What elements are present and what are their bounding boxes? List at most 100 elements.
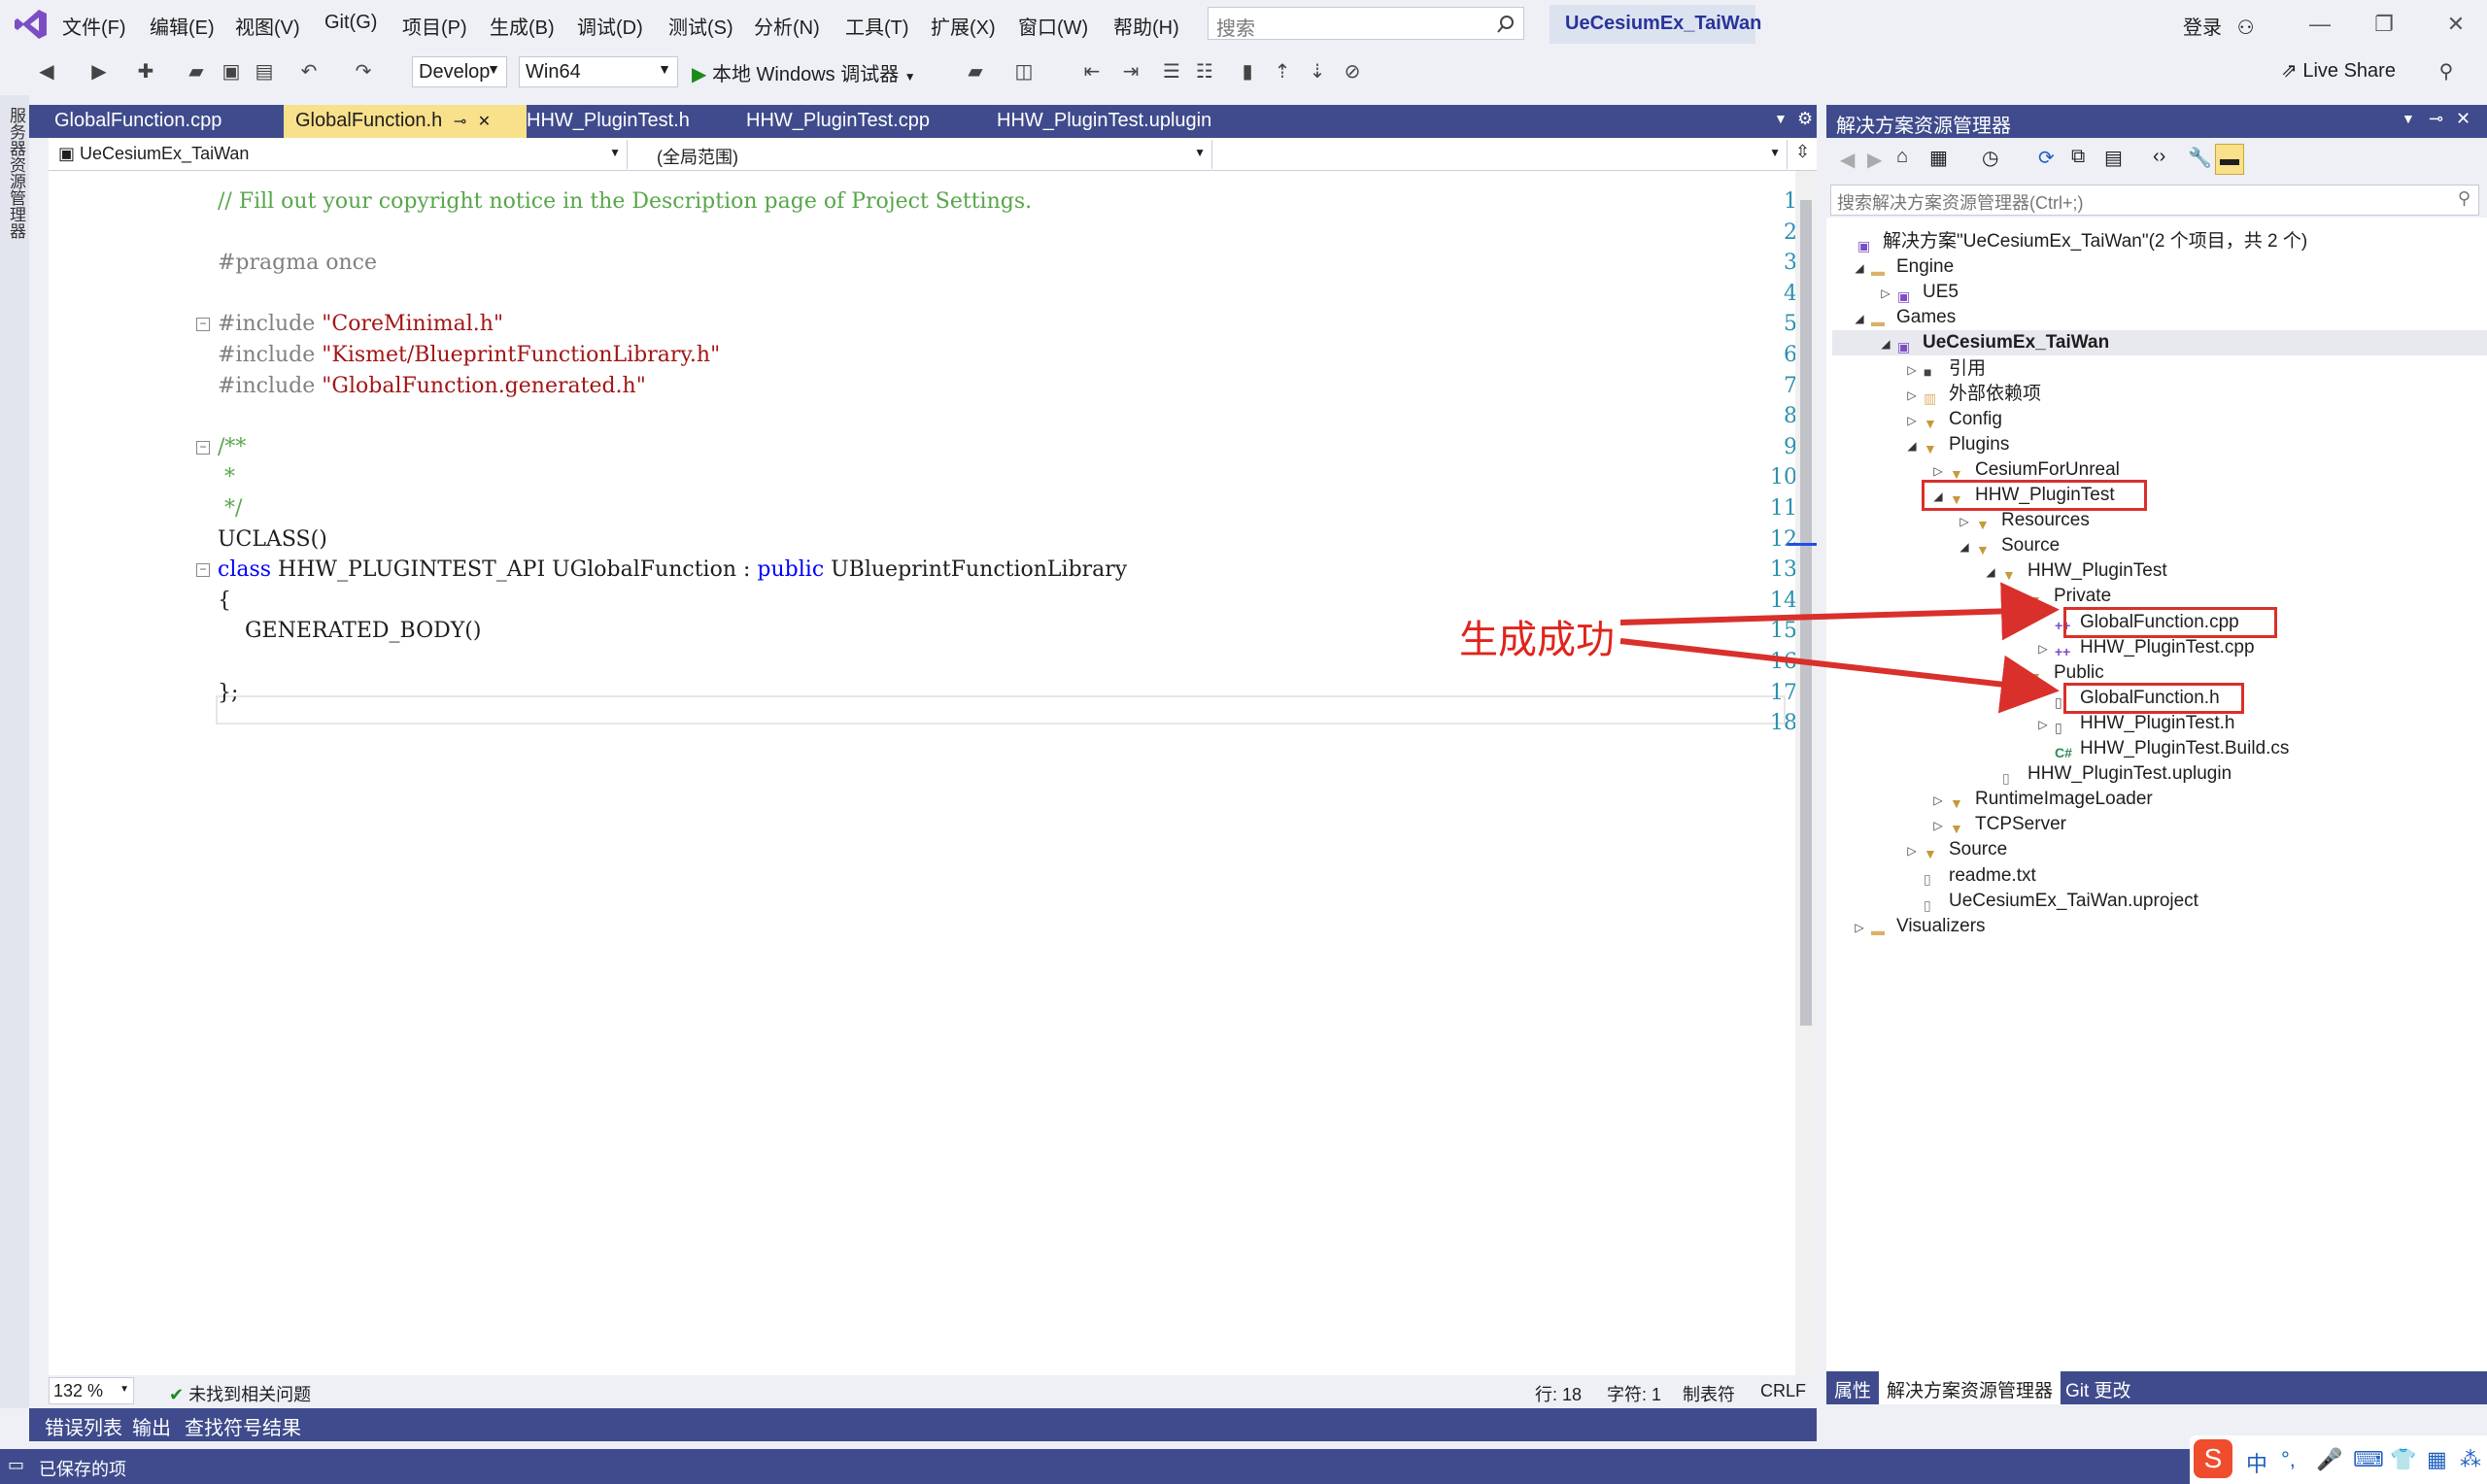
fold-toggle-icon[interactable]: −	[196, 440, 210, 455]
save-icon[interactable]: ▣	[218, 58, 245, 85]
close-icon[interactable]: ✕	[478, 114, 491, 130]
menu-item-8[interactable]: 分析(N)	[754, 12, 820, 40]
login-button[interactable]: 登录 ⚇	[2183, 12, 2255, 40]
code-line[interactable]: UCLASS()	[218, 524, 327, 556]
save-all-icon[interactable]: ▤	[251, 58, 278, 85]
menu-item-10[interactable]: 扩展(X)	[931, 12, 996, 40]
expander-icon[interactable]: ▷	[1904, 838, 1920, 863]
dropdown-icon[interactable]: ▼	[2402, 111, 2415, 126]
tab-solution-explorer[interactable]: 解决方案资源管理器	[1879, 1371, 2061, 1404]
menu-item-9[interactable]: 工具(T)	[845, 12, 909, 40]
pin-icon[interactable]: ⊸	[2429, 109, 2443, 129]
code-editor[interactable]: 1 // Fill out your copyright notice in th…	[49, 171, 1797, 1375]
feedback-icon[interactable]: ⚲	[2433, 58, 2460, 85]
gear-icon[interactable]: ⚙	[1797, 109, 1813, 129]
code-view-icon[interactable]: ‹›	[2153, 146, 2165, 168]
tab-hhw-plugintest-h[interactable]: HHW_PluginTest.h	[515, 105, 701, 138]
tabs-indicator[interactable]: 制表符	[1683, 1381, 1735, 1406]
server-explorer-strip[interactable]: 服务器资源管理器	[0, 95, 29, 1408]
tab-find-symbol-results[interactable]: 查找符号结果	[185, 1412, 301, 1440]
expander-icon[interactable]: ▷	[2035, 636, 2051, 661]
tab-globalfunction-h[interactable]: GlobalFunction.h ⊸ ✕	[284, 105, 527, 138]
tree-item[interactable]: ▯ readme.txt	[1832, 863, 2036, 889]
menu-item-0[interactable]: 文件(F)	[62, 12, 126, 40]
show-all-files-icon[interactable]: ▤	[2104, 146, 2123, 170]
tab-properties[interactable]: 属性	[1826, 1371, 1879, 1404]
code-line[interactable]: */	[218, 493, 242, 524]
minimize-button[interactable]: —	[2300, 8, 2339, 41]
eol-indicator[interactable]: CRLF	[1760, 1381, 1806, 1401]
indent-icon[interactable]: ⇤	[1078, 58, 1106, 85]
clear-bookmarks-icon[interactable]: ⊘	[1339, 58, 1366, 85]
folder-icon[interactable]: ▰	[962, 58, 989, 85]
split-icon[interactable]: ⇳	[1795, 142, 1810, 162]
prev-bookmark-icon[interactable]: ⇡	[1269, 58, 1296, 85]
tree-item[interactable]: ◢ ▬ Games	[1832, 305, 1956, 330]
expander-icon[interactable]: ◢	[1957, 534, 1972, 559]
live-share-button[interactable]: ⇗ Live Share	[2281, 58, 2396, 83]
expander-icon[interactable]: ▷	[1904, 383, 1920, 408]
tab-globalfunction-cpp[interactable]: GlobalFunction.cpp	[43, 105, 233, 138]
forward-icon[interactable]: ▶	[85, 58, 113, 85]
expander-icon[interactable]: ◢	[1983, 559, 1998, 585]
fold-toggle-icon[interactable]: −	[196, 563, 210, 578]
close-window-button[interactable]: ✕	[2436, 8, 2475, 41]
tree-item[interactable]: ◢ ▼ Public	[1832, 660, 2103, 686]
expander-icon[interactable]: ◢	[1852, 255, 1867, 281]
project-select[interactable]: ▣ UeCesiumEx_TaiWan ▼	[51, 140, 628, 169]
sync-icon[interactable]: ⟳	[2038, 146, 2055, 170]
tab-git-changes[interactable]: Git 更改	[2058, 1371, 2139, 1404]
tree-item[interactable]: C# HHW_PluginTest.Build.cs	[1832, 736, 2289, 761]
tree-item[interactable]: ▷ ++ HHW_PluginTest.cpp	[1832, 635, 2254, 661]
tree-item[interactable]: ▷ ▼ CesiumForUnreal	[1832, 457, 2120, 483]
uncomment-icon[interactable]: ☷	[1191, 58, 1218, 85]
code-line[interactable]: #pragma once	[218, 248, 377, 279]
menu-item-5[interactable]: 生成(B)	[490, 12, 555, 40]
tree-item[interactable]: ▷ ▥ 外部依赖项	[1832, 382, 2041, 407]
collapse-all-icon[interactable]: ⧉	[2071, 146, 2085, 168]
expander-icon[interactable]: ◢	[1852, 306, 1867, 331]
tree-item[interactable]: ▷ ▼ RuntimeImageLoader	[1832, 787, 2152, 813]
code-line[interactable]: };	[218, 678, 238, 709]
menu-item-4[interactable]: 项目(P)	[402, 12, 467, 40]
expander-icon[interactable]: ◢	[2009, 585, 2025, 610]
tree-item[interactable]: ▷ ▯ HHW_PluginTest.h	[1832, 711, 2234, 736]
menu-item-1[interactable]: 编辑(E)	[150, 12, 215, 40]
code-line[interactable]: *	[218, 462, 235, 493]
back-icon[interactable]: ◀	[1840, 148, 1855, 172]
tab-hhw-plugintest-cpp[interactable]: HHW_PluginTest.cpp	[734, 105, 941, 138]
undo-icon[interactable]: ↶	[295, 58, 323, 85]
code-line[interactable]: #include "GlobalFunction.generated.h"	[218, 371, 646, 402]
expander-icon[interactable]: ▷	[1930, 788, 1946, 813]
scrollbar-thumb[interactable]	[1800, 200, 1812, 1026]
tree-item[interactable]: ▷ ▣ UE5	[1832, 280, 1959, 305]
next-bookmark-icon[interactable]: ⇣	[1304, 58, 1331, 85]
expander-icon[interactable]: ▷	[1878, 281, 1893, 306]
ime-toolbar[interactable]: S 中 °, 🎤 ⌨ 👕 ▦ ⁂	[2190, 1435, 2487, 1484]
open-folder-icon[interactable]: ▰	[183, 58, 210, 85]
tree-item[interactable]: ▷ ▬ Visualizers	[1832, 914, 1985, 939]
fold-toggle-icon[interactable]: −	[196, 318, 210, 332]
tree-item[interactable]: ◢ ▬ Engine	[1832, 254, 1954, 280]
tree-item[interactable]: ▷ ▼ Config	[1832, 407, 2002, 432]
expander-icon[interactable]: ▷	[2035, 712, 2051, 737]
back-icon[interactable]: ◀	[33, 58, 60, 85]
tree-item[interactable]: ▯ UeCesiumEx_TaiWan.uproject	[1832, 889, 2198, 914]
code-line[interactable]: // Fill out your copyright notice in the…	[218, 186, 1032, 218]
code-line[interactable]: class HHW_PLUGINTEST_API UGlobalFunction…	[218, 555, 1127, 586]
screenshot-icon[interactable]: ◫	[1010, 58, 1038, 85]
restore-button[interactable]: ❐	[2365, 8, 2403, 41]
preview-icon[interactable]: ▬	[2215, 144, 2244, 175]
tab-dropdown-icon[interactable]: ▼	[1774, 111, 1788, 126]
tree-item[interactable]: ◢ ▼ HHW_PluginTest	[1832, 558, 2166, 585]
outdent-icon[interactable]: ⇥	[1117, 58, 1144, 85]
menu-item-12[interactable]: 帮助(H)	[1113, 12, 1179, 40]
search-box[interactable]: 搜索	[1208, 7, 1524, 40]
menu-item-6[interactable]: 调试(D)	[577, 12, 643, 40]
tree-item[interactable]: ◢ ▼ Private	[1832, 584, 2111, 609]
expander-icon[interactable]: ▷	[1930, 813, 1946, 838]
issues-indicator[interactable]: ✔ 未找到相关问题	[169, 1381, 311, 1406]
code-line[interactable]: /**	[218, 432, 246, 463]
zoom-select[interactable]: 132 % ▼	[49, 1377, 134, 1404]
redo-icon[interactable]: ↷	[350, 58, 377, 85]
